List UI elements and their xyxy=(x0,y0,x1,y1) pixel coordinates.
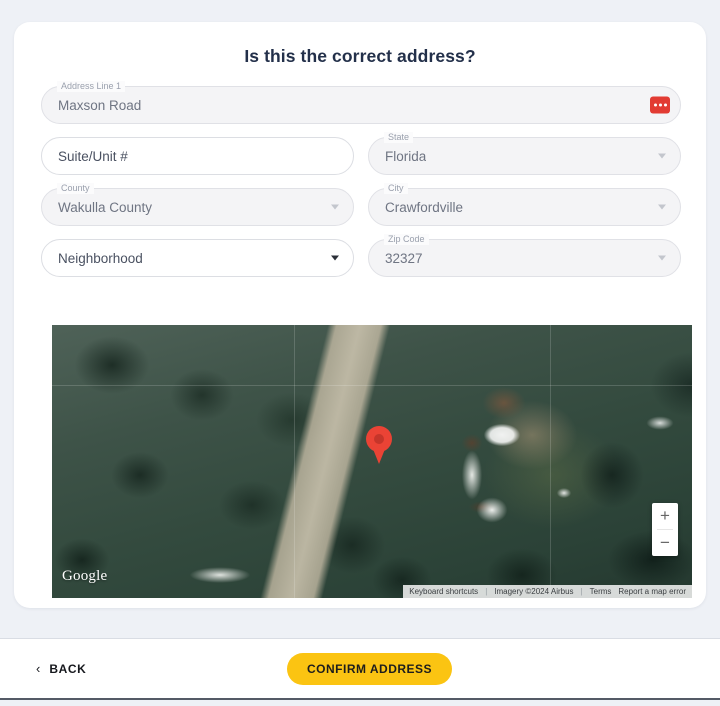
suite-unit-field[interactable]: Suite/Unit # xyxy=(41,137,354,175)
field-wrapper-suite-unit: Suite/Unit # xyxy=(41,137,354,175)
more-options-icon[interactable] xyxy=(650,96,670,114)
google-logo: Google xyxy=(62,568,108,584)
dot-3 xyxy=(663,103,667,107)
zoom-out-button[interactable]: − xyxy=(652,530,678,556)
pin-hole xyxy=(374,434,384,444)
field-wrapper-address-line-1: Address Line 1 Maxson Road xyxy=(41,81,681,124)
zip-code-label: Zip Code xyxy=(384,234,429,245)
zip-code-select[interactable]: Zip Code 32327 xyxy=(368,234,681,277)
field-wrapper-zip-code: Zip Code 32327 xyxy=(368,234,681,277)
dot-1 xyxy=(653,103,657,107)
zip-code-value: 32327 xyxy=(385,250,423,266)
wizard-footer: ‹ BACK CONFIRM ADDRESS xyxy=(0,638,720,700)
chevron-down-icon xyxy=(658,204,666,210)
county-label: County xyxy=(57,183,94,194)
field-wrapper-neighborhood: Neighborhood xyxy=(41,239,354,277)
map-zoom-controls: + − xyxy=(652,503,678,556)
form-row-suite-state: Suite/Unit # State Florida xyxy=(41,132,681,175)
form-row-county-city: County Wakulla County City Crawfordville xyxy=(41,183,681,226)
form-row-neighborhood-zip: Neighborhood Zip Code 32327 xyxy=(41,234,681,277)
neighborhood-select[interactable]: Neighborhood xyxy=(41,239,354,277)
state-value: Florida xyxy=(385,148,427,164)
neighborhood-value: Neighborhood xyxy=(58,250,143,266)
address-line-1-label: Address Line 1 xyxy=(57,81,126,92)
terms-link[interactable]: Terms xyxy=(590,587,612,596)
city-label: City xyxy=(384,183,408,194)
back-button-label: BACK xyxy=(49,661,87,676)
keyboard-shortcuts-link[interactable]: Keyboard shortcuts xyxy=(409,587,478,596)
chevron-down-icon xyxy=(331,204,339,210)
attribution-divider: | xyxy=(485,587,488,596)
report-map-error-link[interactable]: Report a map error xyxy=(618,587,686,596)
imagery-credit: Imagery ©2024 Airbus xyxy=(494,587,574,596)
field-wrapper-city: City Crawfordville xyxy=(368,183,681,226)
confirm-address-button[interactable]: CONFIRM ADDRESS xyxy=(287,652,453,685)
dot-2 xyxy=(658,103,662,107)
city-select[interactable]: City Crawfordville xyxy=(368,183,681,226)
map-preview[interactable]: Google + − Keyboard shortcuts | Imagery … xyxy=(52,325,692,598)
form-row-address: Address Line 1 Maxson Road xyxy=(41,81,681,124)
field-wrapper-state: State Florida xyxy=(368,132,681,175)
field-wrapper-county: County Wakulla County xyxy=(41,183,354,226)
page-title: Is this the correct address? xyxy=(244,46,476,66)
map-attribution-bar: Keyboard shortcuts | Imagery ©2024 Airbu… xyxy=(403,585,692,598)
chevron-left-icon: ‹ xyxy=(36,661,41,676)
address-line-1-field[interactable]: Address Line 1 Maxson Road xyxy=(41,81,681,124)
address-line-1-value: Maxson Road xyxy=(58,97,142,113)
suite-unit-value: Suite/Unit # xyxy=(58,148,128,164)
chevron-down-icon xyxy=(658,153,666,159)
chevron-down-icon xyxy=(658,255,666,261)
chevron-down-icon xyxy=(331,255,339,261)
county-select[interactable]: County Wakulla County xyxy=(41,183,354,226)
state-select[interactable]: State Florida xyxy=(368,132,681,175)
county-value: Wakulla County xyxy=(58,199,153,215)
address-confirmation-card: Is this the correct address? Address Lin… xyxy=(14,22,706,608)
address-form: Address Line 1 Maxson Road Suite/Unit # xyxy=(41,81,681,290)
pin-tip xyxy=(371,444,387,464)
state-label: State xyxy=(384,132,414,143)
map-location-pin-icon[interactable] xyxy=(366,426,392,464)
attribution-divider: | xyxy=(580,587,583,596)
city-value: Crawfordville xyxy=(385,199,464,215)
back-button[interactable]: ‹ BACK xyxy=(36,662,86,676)
zoom-in-button[interactable]: + xyxy=(652,503,678,529)
